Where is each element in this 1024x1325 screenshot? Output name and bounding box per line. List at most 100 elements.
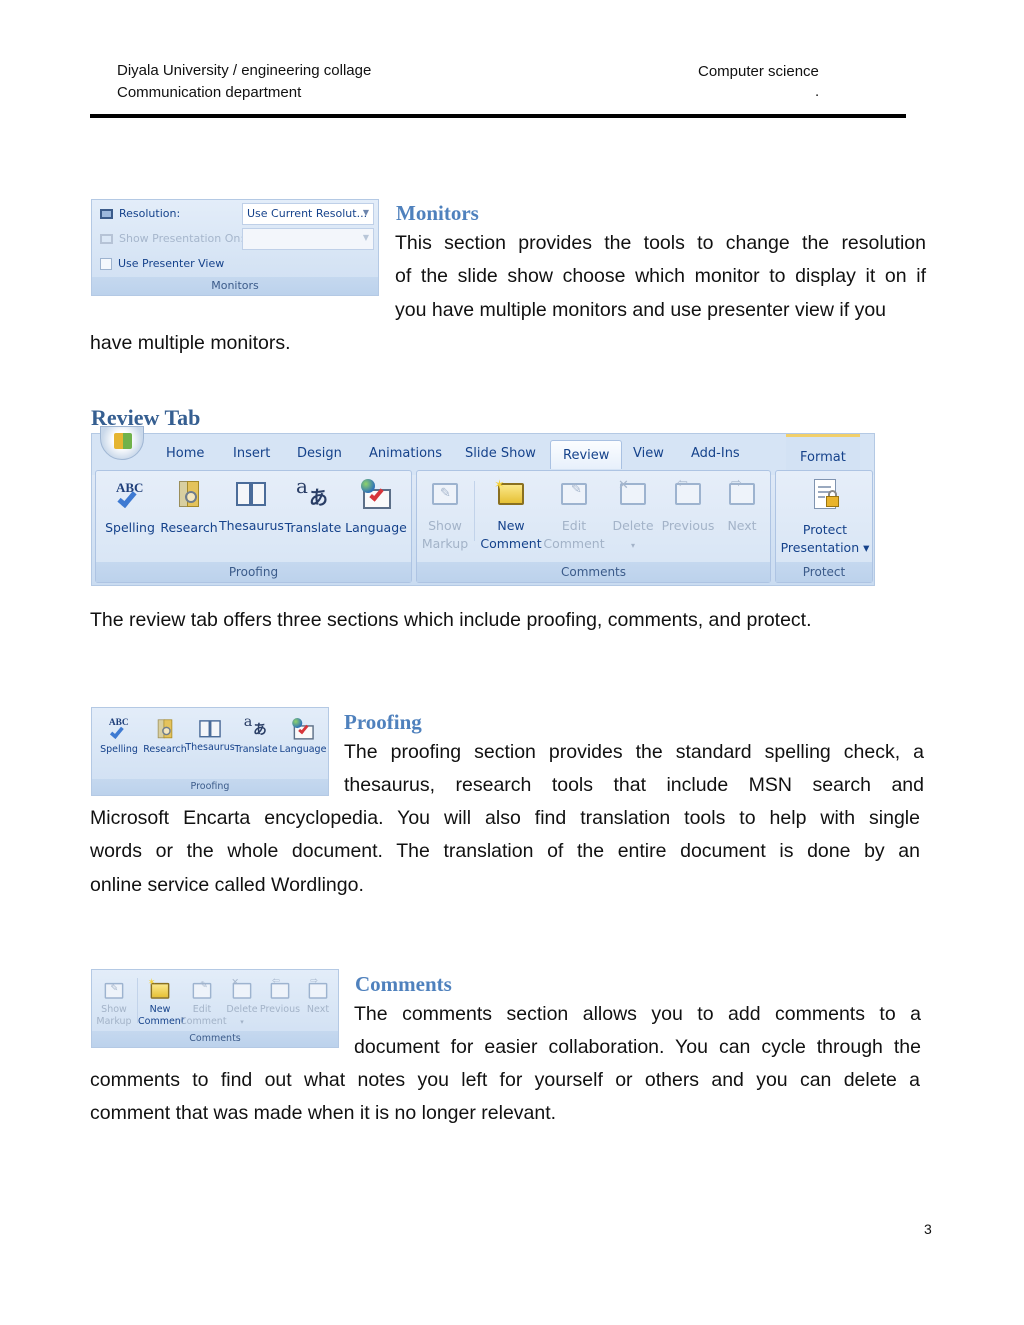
monitors-line: of the slide show choose which monitor t… xyxy=(395,265,926,288)
translate-label: Translate xyxy=(234,744,278,755)
tab-design[interactable]: Design xyxy=(297,446,342,461)
monitors-line: This section provides the tools to chang… xyxy=(395,232,926,254)
thesaurus-button[interactable]: Thesaurus xyxy=(219,479,284,535)
spelling-button[interactable]: ABC Spelling xyxy=(96,717,142,756)
show-markup-label-2: Markup xyxy=(421,536,469,551)
proofing-line: The proofing section provides the standa… xyxy=(344,741,924,763)
header-dot: . xyxy=(815,83,820,100)
previous-comment-button[interactable]: ⇦ Previous xyxy=(659,476,717,535)
monitors-group-label: Monitors xyxy=(92,277,378,295)
thesaurus-label: Thesaurus xyxy=(185,742,235,753)
next-comment-button[interactable]: ⇨ Next xyxy=(719,476,765,535)
delete-comment-button[interactable]: ✕ Delete ▾ xyxy=(607,478,659,555)
proofing-heading: Proofing xyxy=(344,710,422,734)
spelling-label: Spelling xyxy=(105,520,155,535)
header-department: Communication department xyxy=(117,84,302,101)
presenter-view-checkbox[interactable] xyxy=(100,257,112,270)
language-button[interactable]: Language xyxy=(345,479,407,537)
comments-ribbon-screenshot: ✎ Show Markup ✶ New Comment ✎ Edit Comme… xyxy=(91,969,339,1048)
thesaurus-book-icon xyxy=(198,718,222,740)
review-ribbon-screenshot: Home Insert Design Animations Slide Show… xyxy=(91,426,875,586)
translate-label: Translate xyxy=(284,520,342,535)
new-comment-icon: ✶ xyxy=(148,978,172,1002)
resolution-icon xyxy=(100,208,113,219)
research-button[interactable]: Research xyxy=(158,479,220,537)
delete-comment-icon: ✕ xyxy=(616,478,650,509)
research-button[interactable]: Research xyxy=(140,718,190,756)
chevron-down-icon: ▾ xyxy=(240,1018,244,1026)
tab-review[interactable]: Review xyxy=(550,440,623,469)
research-label: Research xyxy=(143,744,187,755)
tab-view[interactable]: View xyxy=(633,446,664,461)
new-comment-label-2: Comment xyxy=(480,536,542,551)
proofing-paragraph-wrap: The proofing section provides the standa… xyxy=(344,736,924,803)
tab-insert[interactable]: Insert xyxy=(233,446,270,461)
next-comment-label: Next xyxy=(306,1004,330,1015)
next-comment-button[interactable]: ⇨ Next xyxy=(300,976,336,1016)
header-university: Diyala University / engineering collage xyxy=(117,62,372,79)
previous-comment-icon: ⇦ xyxy=(671,476,705,509)
resolution-row: Resolution: xyxy=(100,207,180,220)
research-icon xyxy=(175,479,203,511)
proofing-line: Microsoft Encarta encyclopedia. You will… xyxy=(90,807,920,829)
next-comment-icon: ⇨ xyxy=(306,976,330,1002)
edit-comment-label: Edit xyxy=(561,518,587,533)
comments-heading: Comments xyxy=(355,972,452,996)
show-markup-button[interactable]: ✎ Show Markup xyxy=(94,980,134,1028)
chevron-down-icon: ▼ xyxy=(362,208,369,217)
protect-group-label: Protect xyxy=(776,562,872,582)
delete-comment-button[interactable]: ✕ Delete ▾ xyxy=(222,978,262,1028)
research-label: Research xyxy=(160,520,218,535)
previous-comment-icon: ⇦ xyxy=(268,976,292,1002)
proofing-ribbon-screenshot: ABC Spelling Research Thesaurus aあ Trans… xyxy=(91,707,329,796)
chevron-down-icon: ▾ xyxy=(630,541,635,550)
protect-presentation-button[interactable]: Protect Presentation ▾ xyxy=(776,479,874,557)
tab-home[interactable]: Home xyxy=(166,446,204,461)
resolution-dropdown[interactable]: Use Current Resolut... ▼ xyxy=(242,203,374,225)
new-comment-button[interactable]: ✶ New Comment xyxy=(138,978,185,1028)
edit-comment-button[interactable]: ✎ Edit Comment xyxy=(543,479,605,553)
monitor-icon xyxy=(100,233,113,244)
comments-group: ✎ Show Markup ✶ New Comment ✎ Edit Comme… xyxy=(416,470,771,583)
new-comment-button[interactable]: ✶ New Comment xyxy=(479,478,543,553)
protect-presentation-label: Presentation ▾ xyxy=(780,540,870,555)
new-comment-label-2: Comment xyxy=(138,1016,185,1027)
delete-comment-icon: ✕ xyxy=(230,978,254,1002)
show-presentation-row: Show Presentation On: xyxy=(100,232,244,245)
translate-icon: aあ xyxy=(243,712,267,738)
previous-comment-button[interactable]: ⇦ Previous xyxy=(258,976,302,1016)
header-divider xyxy=(90,114,906,118)
edit-comment-button[interactable]: ✎ Edit Comment xyxy=(180,980,227,1028)
show-markup-label-2: Markup xyxy=(96,1016,132,1027)
presenter-view-row: Use Presenter View xyxy=(100,257,224,270)
comments-line: document for easier collaboration. You c… xyxy=(354,1036,921,1059)
spelling-abc-check-icon: ABC xyxy=(114,479,146,511)
tab-animations[interactable]: Animations xyxy=(369,446,442,461)
next-comment-icon: ⇨ xyxy=(725,476,759,509)
translate-button[interactable]: aあ Translate xyxy=(233,712,279,756)
translate-button[interactable]: aあ Translate xyxy=(284,474,342,537)
tab-format[interactable]: Format xyxy=(786,434,860,474)
tab-add-ins[interactable]: Add-Ins xyxy=(691,446,740,461)
comments-paragraph-wrap-2: comments to find out what notes you left… xyxy=(90,1064,920,1131)
thesaurus-button[interactable]: Thesaurus xyxy=(184,718,236,754)
language-label: Language xyxy=(345,520,407,535)
edit-comment-label-2: Comment xyxy=(543,536,605,551)
translate-icon: aあ xyxy=(296,474,329,509)
show-markup-button[interactable]: ✎ Show Markup xyxy=(421,479,469,553)
tab-slide-show[interactable]: Slide Show xyxy=(465,446,536,461)
comments-group-label: Comments xyxy=(92,1031,338,1047)
spelling-button[interactable]: ABC Spelling xyxy=(102,479,158,537)
review-tab-caption: The review tab offers three sections whi… xyxy=(90,609,812,631)
show-markup-label: Show xyxy=(428,518,462,533)
show-presentation-dropdown[interactable]: ▼ xyxy=(242,228,374,250)
monitors-line: you have multiple monitors and use prese… xyxy=(395,298,887,321)
research-icon xyxy=(155,718,175,741)
language-button[interactable]: Language xyxy=(278,718,328,756)
language-globe-icon xyxy=(359,479,393,511)
office-button[interactable] xyxy=(100,426,144,460)
separator xyxy=(474,481,475,541)
thesaurus-book-icon xyxy=(234,479,268,509)
edit-comment-label: Edit xyxy=(192,1004,212,1015)
previous-comment-label: Previous xyxy=(259,1004,301,1015)
